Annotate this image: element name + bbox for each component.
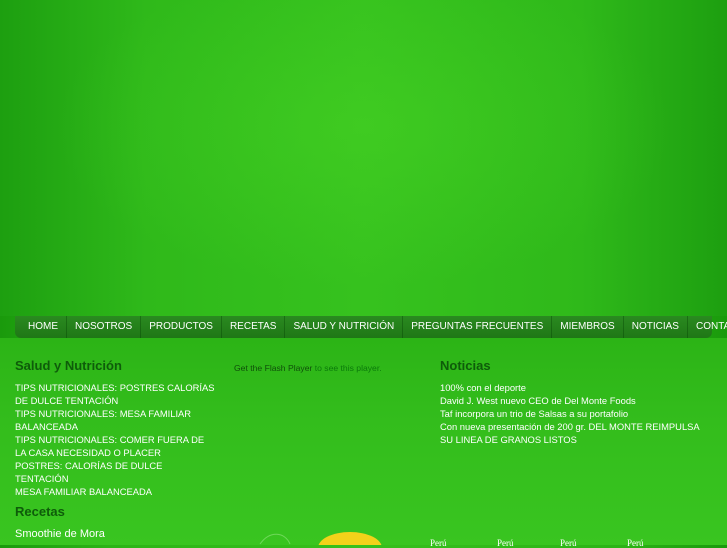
- nav-nosotros[interactable]: NOSOTROS: [67, 316, 142, 338]
- country-label[interactable]: Perú: [627, 538, 644, 548]
- nav-contacto[interactable]: CONTACTO: [688, 316, 727, 338]
- leaf-sketch-icon: [259, 533, 291, 545]
- nav-preguntas-frecuentes[interactable]: PREGUNTAS FRECUENTES: [403, 316, 553, 338]
- main-nav: HOME NOSOTROS PRODUCTOS RECETAS SALUD Y …: [15, 316, 727, 338]
- nav-miembros[interactable]: MIEMBROS: [552, 316, 624, 338]
- salud-section: Salud y Nutrición TIPS NUTRICIONALES: PO…: [15, 358, 215, 498]
- salud-link[interactable]: TIPS NUTRICIONALES: POSTRES CALORÍAS DE …: [15, 381, 215, 407]
- nav-home[interactable]: HOME: [20, 316, 67, 338]
- receta-link[interactable]: Smoothie de Mora: [15, 528, 105, 540]
- nav-noticias[interactable]: NOTICIAS: [624, 316, 688, 338]
- salud-link[interactable]: TIPS NUTRICIONALES: MESA FAMILIAR BALANC…: [15, 407, 215, 433]
- flash-notice: Get the Flash Player to see this player.: [234, 363, 382, 373]
- country-label[interactable]: Perú: [430, 538, 447, 548]
- yellow-logo-icon: [318, 532, 382, 545]
- salud-link[interactable]: TIPS NUTRICIONALES: COMER FUERA DE LA CA…: [15, 433, 215, 459]
- nav-recetas[interactable]: RECETAS: [222, 316, 286, 338]
- country-label[interactable]: Perú: [497, 538, 514, 548]
- salud-title: Salud y Nutrición: [15, 358, 122, 373]
- noticias-section: Noticias 100% con el deporte David J. We…: [440, 358, 710, 446]
- flash-notice-text: to see this player.: [312, 363, 382, 373]
- noticia-link[interactable]: David J. West nuevo CEO de Del Monte Foo…: [440, 394, 710, 407]
- flash-player-link[interactable]: Get the Flash Player: [234, 363, 312, 373]
- noticia-link[interactable]: Taf incorpora un trio de Salsas a su por…: [440, 407, 710, 420]
- salud-link[interactable]: POSTRES: CALORÍAS DE DULCE TENTACIÓN: [15, 459, 215, 485]
- recetas-title: Recetas: [15, 504, 65, 519]
- header-banner: [0, 0, 727, 316]
- salud-link[interactable]: MESA FAMILIAR BALANCEADA: [15, 485, 215, 498]
- noticia-link[interactable]: 100% con el deporte: [440, 381, 710, 394]
- noticia-link[interactable]: Con nueva presentación de 200 gr. DEL MO…: [440, 420, 710, 446]
- nav-salud-nutricion[interactable]: SALUD Y NUTRICIÓN: [285, 316, 404, 338]
- nav-productos[interactable]: PRODUCTOS: [141, 316, 222, 338]
- noticias-title: Noticias: [440, 358, 491, 373]
- country-label[interactable]: Perú: [560, 538, 577, 548]
